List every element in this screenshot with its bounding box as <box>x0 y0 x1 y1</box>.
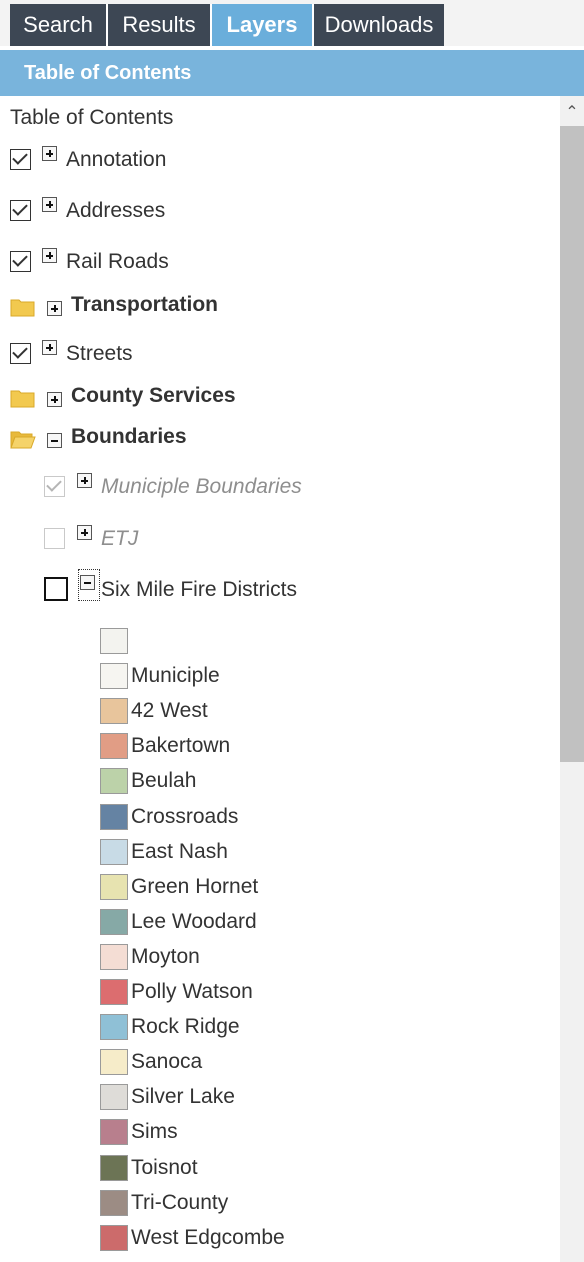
legend-swatch <box>100 663 128 689</box>
layer-row-streets: Streets <box>0 340 540 372</box>
layer-label-six-mile-fire-districts: Six Mile Fire Districts <box>101 578 298 601</box>
legend-label: 42 West <box>131 699 208 722</box>
legend-swatch <box>100 874 128 900</box>
folder-icon <box>10 390 35 408</box>
legend-label: Crossroads <box>131 805 239 828</box>
tab-downloads[interactable]: Downloads <box>314 4 444 46</box>
layer-label-addresses: Addresses <box>66 199 166 222</box>
plus-box-icon[interactable] <box>42 248 57 263</box>
legend-swatch <box>100 804 128 830</box>
legend-swatch <box>100 628 128 654</box>
legend-swatch <box>100 1225 128 1251</box>
legend-swatch <box>100 1190 128 1216</box>
tab-search[interactable]: Search <box>10 4 108 46</box>
minus-box-icon[interactable] <box>47 433 62 448</box>
legend-swatch <box>100 944 128 970</box>
legend-label: Bakertown <box>131 734 231 757</box>
legend-label: East Nash <box>131 840 228 863</box>
legend-swatch <box>100 1155 128 1181</box>
layer-label-rail-roads: Rail Roads <box>66 250 169 273</box>
minus-box-icon[interactable] <box>80 575 95 590</box>
legend-label: Silver Lake <box>131 1085 235 1108</box>
layers-panel: Search Results Layers Downloads Table of… <box>0 0 584 1262</box>
legend-label: Polly Watson <box>131 980 253 1003</box>
legend-label: Toisnot <box>131 1156 198 1179</box>
layer-row-municiple-boundaries: Municiple Boundaries <box>0 473 540 505</box>
layer-checkbox-etj[interactable] <box>44 528 65 549</box>
legend-label: Beulah <box>131 769 197 792</box>
layer-group-boundaries: Boundaries <box>0 423 540 455</box>
layer-checkbox-annotation[interactable] <box>10 149 31 170</box>
legend-swatch <box>100 1084 128 1110</box>
plus-box-icon[interactable] <box>42 146 57 161</box>
layer-checkbox-streets[interactable] <box>10 343 31 364</box>
legend-swatch <box>100 1014 128 1040</box>
layer-row-six-mile-fire-districts: Six Mile Fire Districts <box>0 569 540 609</box>
layer-checkbox-municiple-boundaries[interactable] <box>44 476 65 497</box>
layer-row-etj: ETJ <box>0 525 540 557</box>
plus-box-icon[interactable] <box>77 525 92 540</box>
tab-bar: Search Results Layers Downloads <box>0 0 584 50</box>
legend-label: Green Hornet <box>131 875 259 898</box>
layer-checkbox-addresses[interactable] <box>10 200 31 221</box>
plus-box-icon[interactable] <box>42 340 57 355</box>
chevron-up-icon[interactable]: ⌃ <box>560 96 584 126</box>
layer-label-municiple-boundaries: Municiple Boundaries <box>101 475 302 498</box>
legend-label: Sims <box>131 1120 178 1143</box>
layer-checkbox-rail-roads[interactable] <box>10 251 31 272</box>
legend-swatch <box>100 839 128 865</box>
plus-box-icon[interactable] <box>47 301 62 316</box>
tab-results[interactable]: Results <box>108 4 212 46</box>
legend-swatch <box>100 698 128 724</box>
legend-label: Moyton <box>131 945 200 968</box>
plus-box-icon[interactable] <box>77 473 92 488</box>
section-header: Table of Contents <box>0 50 584 96</box>
layer-group-label-transportation: Transportation <box>71 293 219 316</box>
layer-label-annotation: Annotation <box>66 148 167 171</box>
layer-row-rail-roads: Rail Roads <box>0 248 540 280</box>
folder-icon <box>10 299 35 317</box>
layer-row-annotation: Annotation <box>0 146 540 178</box>
legend-label: Municiple <box>131 664 220 687</box>
folder-open-icon <box>10 431 36 449</box>
legend-label: Tri-County <box>131 1191 229 1214</box>
layer-group-label-boundaries: Boundaries <box>71 425 187 448</box>
toc-title: Table of Contents <box>10 106 174 129</box>
layer-group-transportation: Transportation <box>0 291 540 323</box>
legend-swatch <box>100 909 128 935</box>
layer-group-county-services: County Services <box>0 382 540 414</box>
legend-label: Sanoca <box>131 1050 203 1073</box>
layer-row-addresses: Addresses <box>0 197 540 229</box>
layer-label-streets: Streets <box>66 342 133 365</box>
legend-swatch <box>100 1049 128 1075</box>
vertical-scrollbar[interactable]: ⌃ <box>560 96 584 1262</box>
layer-label-etj: ETJ <box>101 527 139 550</box>
legend-label: Lee Woodard <box>131 910 257 933</box>
legend-swatch <box>100 733 128 759</box>
layer-checkbox-six-mile-fire-districts[interactable] <box>44 577 68 601</box>
scrollbar-thumb[interactable] <box>560 126 584 762</box>
legend-swatch <box>100 1119 128 1145</box>
layer-group-label-county-services: County Services <box>71 384 236 407</box>
legend-swatch <box>100 768 128 794</box>
toc-content: Table of Contents Annotation Addresses R… <box>0 96 560 1262</box>
plus-box-icon[interactable] <box>47 392 62 407</box>
legend-label: West Edgcombe <box>131 1226 285 1249</box>
plus-box-icon[interactable] <box>42 197 57 212</box>
legend-swatch <box>100 979 128 1005</box>
tab-layers[interactable]: Layers <box>212 4 314 46</box>
legend-label: Rock Ridge <box>131 1015 240 1038</box>
